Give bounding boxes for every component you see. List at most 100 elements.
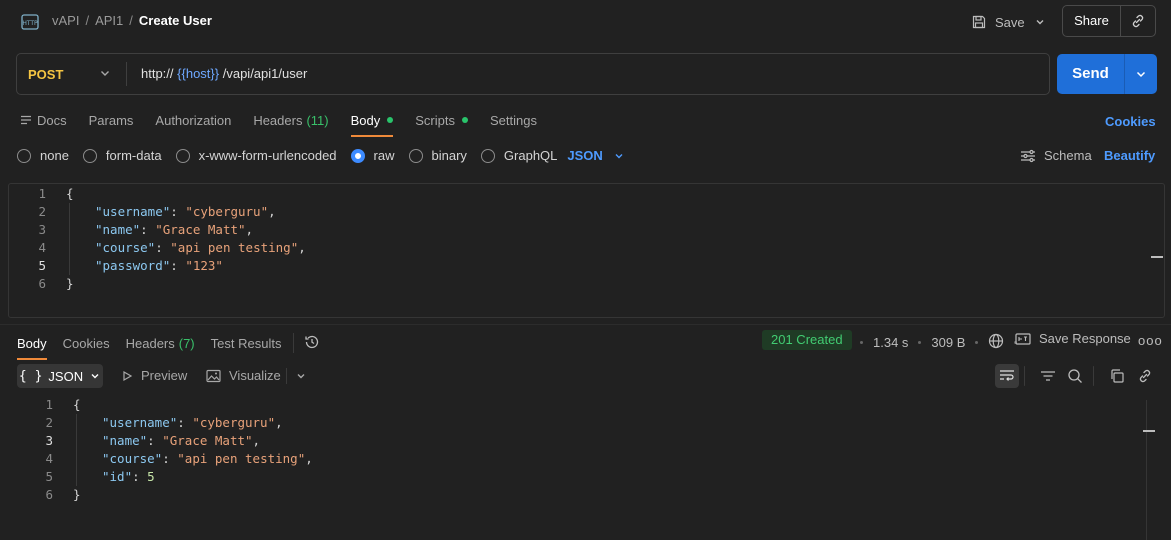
tab-authorization[interactable]: Authorization — [155, 112, 231, 128]
beautify-button[interactable]: Beautify — [1104, 148, 1155, 163]
code-token: , — [305, 451, 313, 466]
filter-button[interactable] — [1036, 364, 1060, 388]
tab-docs[interactable]: Docs — [20, 112, 67, 128]
tab-settings[interactable]: Settings — [490, 112, 537, 128]
code-token: "course" — [102, 451, 163, 466]
code-line: { — [66, 185, 74, 203]
response-time[interactable]: 1.34 s — [873, 335, 908, 350]
status-badge[interactable]: 201 Created — [762, 330, 852, 350]
visualize-options-button[interactable] — [286, 368, 307, 384]
breadcrumb-separator: / — [85, 13, 90, 28]
tab-headers[interactable]: Headers (11) — [253, 112, 328, 128]
response-format-select[interactable]: { } JSON — [17, 364, 103, 388]
preview-label: Preview — [141, 368, 188, 383]
share-group: Share — [1062, 5, 1156, 37]
network-button[interactable] — [988, 333, 1004, 352]
breadcrumb-collection[interactable]: API1 — [95, 13, 123, 28]
wrap-lines-button[interactable] — [995, 364, 1019, 388]
chevron-down-icon — [615, 153, 623, 158]
resp-tab-cookies[interactable]: Cookies — [63, 335, 110, 351]
code-token: : — [155, 240, 171, 255]
body-type-graphql[interactable]: GraphQL — [480, 148, 558, 163]
code-token: "name" — [102, 433, 148, 448]
method-select[interactable]: POST — [28, 67, 63, 82]
line-number: 2 — [45, 415, 53, 430]
save-options-button[interactable] — [1031, 11, 1049, 33]
resp-tab-test-results[interactable]: Test Results — [211, 335, 282, 351]
line-number: 2 — [38, 204, 46, 219]
history-icon — [305, 335, 319, 348]
code-token: : — [162, 451, 178, 466]
body-type-none[interactable]: none — [17, 148, 69, 163]
schema-button[interactable]: Schema — [1020, 148, 1092, 163]
body-type-binary-label: binary — [431, 148, 467, 163]
viewer-scroll-marker[interactable] — [1143, 430, 1155, 432]
tab-body-indicator — [387, 117, 394, 123]
copy-link-button[interactable] — [1121, 13, 1155, 29]
raw-format-select[interactable]: JSON — [567, 148, 624, 163]
tab-scripts[interactable]: Scripts — [415, 112, 468, 128]
request-tabs: Docs Params Authorization Headers (11) B… — [20, 112, 559, 137]
code-token: "cyberguru" — [185, 204, 269, 219]
body-type-form-data-label: form-data — [105, 148, 162, 163]
radio-graphql[interactable] — [480, 148, 495, 163]
request-title[interactable]: Create User — [139, 13, 212, 28]
toolbar-divider — [286, 368, 287, 384]
copy-icon — [1111, 369, 1124, 383]
body-type-urlencoded-label: x-www-form-urlencoded — [198, 148, 337, 163]
response-link-button[interactable] — [1133, 364, 1157, 388]
save-button[interactable]: Save — [971, 11, 1025, 33]
radio-binary[interactable] — [408, 148, 423, 163]
code-token: : — [140, 222, 156, 237]
tab-headers-count: (11) — [306, 112, 329, 128]
search-button[interactable] — [1063, 364, 1087, 388]
send-group: Send — [1057, 54, 1157, 94]
code-line: "username": "cyberguru", — [102, 414, 283, 432]
line-number: 5 — [38, 258, 46, 273]
send-options-button[interactable] — [1125, 67, 1157, 81]
body-type-form-data[interactable]: form-data — [82, 148, 162, 163]
cookies-link[interactable]: Cookies — [1105, 114, 1156, 129]
body-type-raw-label: raw — [373, 148, 395, 163]
radio-none[interactable] — [17, 148, 31, 163]
url-variable-host[interactable]: {{host}} — [177, 66, 219, 81]
history-button[interactable] — [304, 334, 320, 353]
copy-button[interactable] — [1105, 364, 1129, 388]
body-type-binary[interactable]: binary — [408, 148, 467, 163]
code-token: : — [132, 469, 148, 484]
radio-raw[interactable] — [350, 148, 365, 163]
save-response-button[interactable]: Save Response — [1015, 331, 1131, 346]
more-options-button[interactable]: ooo — [1138, 333, 1163, 348]
editor-scroll-marker[interactable] — [1151, 256, 1163, 258]
code-token: 5 — [147, 469, 155, 484]
send-button[interactable]: Send — [1057, 54, 1125, 94]
code-token: { — [73, 397, 81, 412]
tab-params[interactable]: Params — [89, 112, 134, 128]
resp-tab-body[interactable]: Body — [17, 335, 47, 360]
response-scrollbar[interactable] — [1146, 400, 1147, 540]
pane-divider[interactable] — [0, 324, 1171, 325]
resp-tab-headers-count: (7) — [178, 335, 195, 351]
body-type-urlencoded[interactable]: x-www-form-urlencoded — [175, 148, 337, 163]
method-dropdown[interactable] — [98, 66, 112, 83]
body-type-graphql-label: GraphQL — [503, 148, 558, 163]
visualize-button[interactable]: Visualize — [206, 368, 281, 383]
save-icon — [972, 15, 986, 29]
wrap-lines-icon — [1000, 370, 1014, 381]
breadcrumb-separator: / — [129, 13, 133, 28]
breadcrumb-workspace[interactable]: vAPI — [52, 13, 79, 28]
preview-button[interactable]: Preview — [121, 368, 187, 383]
response-size[interactable]: 309 B — [931, 335, 965, 350]
radio-form-data[interactable] — [82, 148, 97, 163]
resp-tab-headers[interactable]: Headers (7) — [126, 335, 195, 351]
tab-body[interactable]: Body — [350, 112, 394, 137]
code-line: { — [73, 396, 81, 414]
share-button[interactable]: Share — [1063, 6, 1121, 36]
svg-text:HTTP: HTTP — [22, 20, 38, 27]
url-input[interactable]: http:// {{host}} /vapi/api1/user — [141, 66, 307, 81]
radio-urlencoded[interactable] — [175, 148, 190, 163]
body-type-raw[interactable]: raw — [350, 148, 395, 163]
code-token: { — [66, 186, 74, 201]
meta-dot — [975, 341, 979, 344]
code-token: "Grace Matt" — [162, 433, 253, 448]
